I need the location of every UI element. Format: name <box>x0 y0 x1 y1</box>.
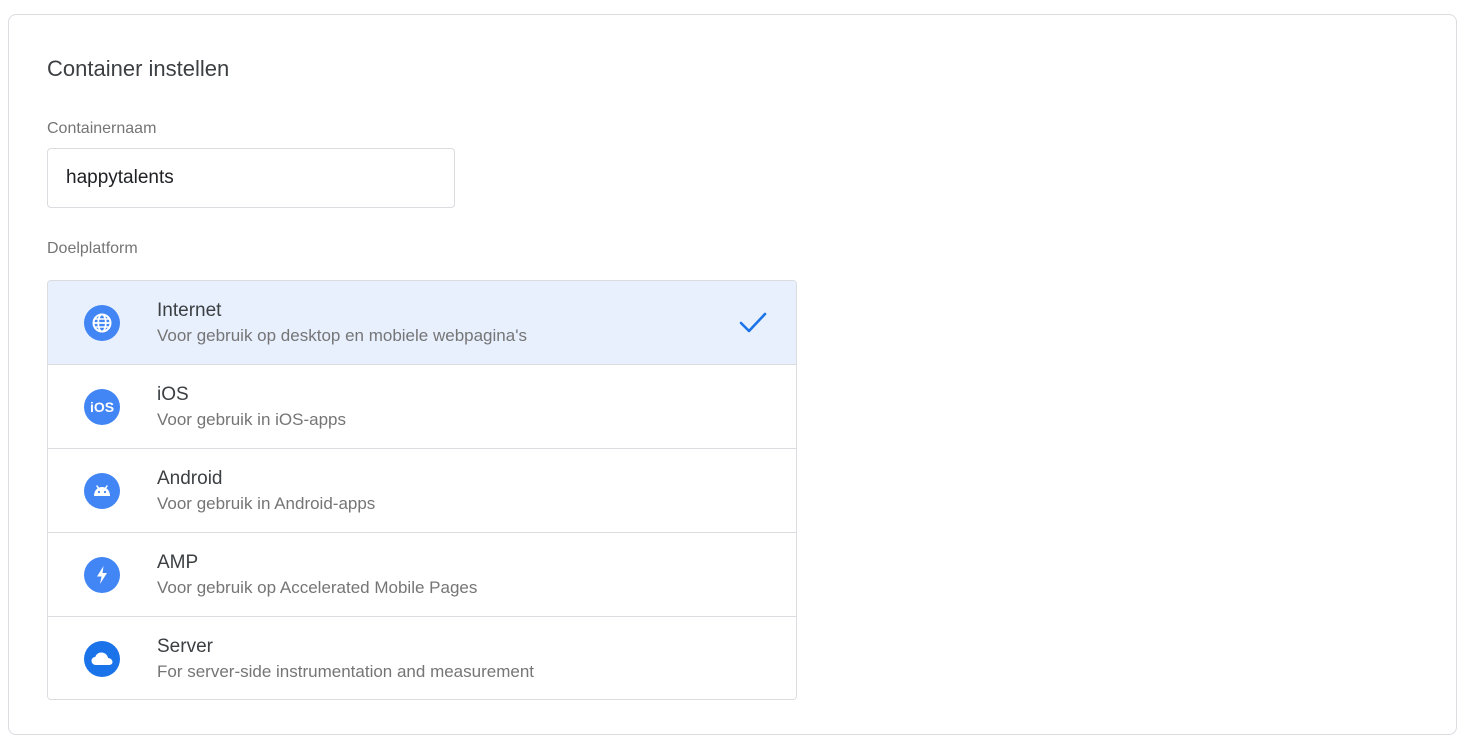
platform-description: Voor gebruik in Android-apps <box>157 494 376 513</box>
amp-lightning-icon <box>84 557 120 593</box>
container-setup-card: Container instellen Containernaam Doelpl… <box>8 14 1457 735</box>
platform-description: Voor gebruik in iOS-apps <box>157 410 346 429</box>
platform-option-amp[interactable]: AMP Voor gebruik op Accelerated Mobile P… <box>48 533 796 617</box>
globe-icon <box>84 305 120 341</box>
platform-name: iOS <box>157 384 189 405</box>
platform-option-internet[interactable]: Internet Voor gebruik op desktop en mobi… <box>48 281 796 365</box>
svg-text:iOS: iOS <box>90 399 114 415</box>
ios-icon: iOS <box>84 389 120 425</box>
platform-list: Internet Voor gebruik op desktop en mobi… <box>47 280 797 700</box>
platform-name: Server <box>157 636 213 657</box>
checkmark-icon <box>739 312 767 333</box>
platform-name: Android <box>157 468 223 489</box>
platform-name: Internet <box>157 300 222 321</box>
android-icon <box>84 473 120 509</box>
platform-description: Voor gebruik op desktop en mobiele webpa… <box>157 326 527 345</box>
platform-option-ios[interactable]: iOS iOS Voor gebruik in iOS-apps <box>48 365 796 449</box>
card-title: Container instellen <box>47 56 230 81</box>
platform-option-server[interactable]: Server For server-side instrumentation a… <box>48 617 796 699</box>
container-name-label: Containernaam <box>47 120 157 137</box>
target-platform-label: Doelplatform <box>47 240 138 257</box>
platform-description: Voor gebruik op Accelerated Mobile Pages <box>157 578 478 597</box>
platform-description: For server-side instrumentation and meas… <box>157 662 534 681</box>
container-name-input[interactable] <box>47 148 455 208</box>
platform-option-android[interactable]: Android Voor gebruik in Android-apps <box>48 449 796 533</box>
cloud-icon <box>84 641 120 677</box>
platform-name: AMP <box>157 552 199 573</box>
